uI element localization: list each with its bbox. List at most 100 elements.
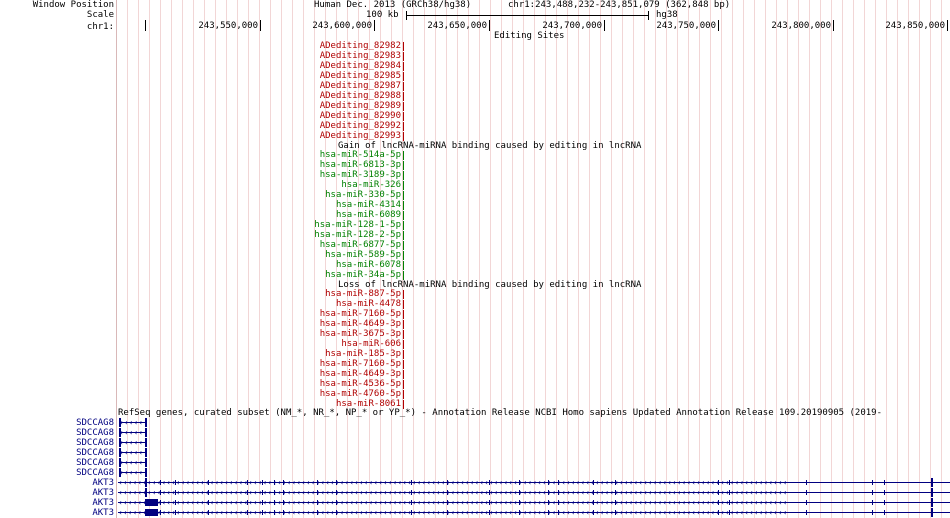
loss-item-label[interactable]: hsa-miR-4536-5p bbox=[320, 379, 401, 389]
gain-item-bar[interactable] bbox=[403, 171, 404, 180]
editing-site-bar[interactable] bbox=[403, 122, 404, 131]
loss-item-label[interactable]: hsa-miR-887-5p bbox=[325, 289, 401, 299]
exon-block[interactable] bbox=[931, 498, 933, 507]
gain-item-label[interactable]: hsa-miR-589-5p bbox=[325, 250, 401, 260]
gain-item-bar[interactable] bbox=[403, 241, 404, 250]
exon-block[interactable] bbox=[145, 418, 147, 427]
gain-item-label[interactable]: hsa-miR-326 bbox=[341, 180, 401, 190]
loss-item-bar[interactable] bbox=[403, 330, 404, 339]
exon-block[interactable] bbox=[119, 448, 121, 457]
gain-item-label[interactable]: hsa-miR-6089 bbox=[336, 210, 401, 220]
loss-item-bar[interactable] bbox=[403, 300, 404, 309]
gain-item-bar[interactable] bbox=[403, 221, 404, 230]
loss-item-label[interactable]: hsa-miR-7160-5p bbox=[320, 309, 401, 319]
exon-block[interactable] bbox=[931, 478, 933, 487]
editing-site-label[interactable]: ADediting_82982 bbox=[320, 41, 401, 51]
exon-block[interactable] bbox=[931, 508, 933, 517]
loss-item-bar[interactable] bbox=[403, 380, 404, 389]
gain-item-label[interactable]: hsa-miR-4314 bbox=[336, 200, 401, 210]
exon-block[interactable] bbox=[145, 448, 147, 457]
gain-item-label[interactable]: hsa-miR-6813-3p bbox=[320, 160, 401, 170]
loss-item-label[interactable]: hsa-miR-7160-5p bbox=[320, 359, 401, 369]
editing-site-label[interactable]: ADediting_82990 bbox=[320, 111, 401, 121]
gain-item-bar[interactable] bbox=[403, 161, 404, 170]
editing-site-bar[interactable] bbox=[403, 102, 404, 111]
loss-item-bar[interactable] bbox=[403, 290, 404, 299]
exon-block[interactable] bbox=[119, 468, 121, 477]
editing-site-label[interactable]: ADediting_82993 bbox=[320, 131, 401, 141]
exon-block[interactable] bbox=[145, 438, 147, 447]
gene-label[interactable]: AKT3 bbox=[92, 488, 114, 498]
gain-item-label[interactable]: hsa-miR-514a-5p bbox=[320, 150, 401, 160]
gain-item-label[interactable]: hsa-miR-6877-5p bbox=[320, 240, 401, 250]
editing-site-bar[interactable] bbox=[403, 82, 404, 91]
editing-site-bar[interactable] bbox=[403, 52, 404, 61]
gene-label[interactable]: SDCCAG8 bbox=[76, 418, 114, 428]
gain-item-label[interactable]: hsa-miR-128-1-5p bbox=[314, 220, 401, 230]
editing-site-label[interactable]: ADediting_82989 bbox=[320, 101, 401, 111]
gene-label[interactable]: SDCCAG8 bbox=[76, 438, 114, 448]
editing-site-bar[interactable] bbox=[403, 42, 404, 51]
gain-item-bar[interactable] bbox=[403, 151, 404, 160]
loss-item-bar[interactable] bbox=[403, 350, 404, 359]
loss-item-label[interactable]: hsa-miR-4478 bbox=[336, 299, 401, 309]
gain-item-bar[interactable] bbox=[403, 261, 404, 270]
editing-site-bar[interactable] bbox=[403, 112, 404, 121]
exon-block[interactable] bbox=[119, 438, 121, 447]
exon-block[interactable] bbox=[145, 488, 147, 497]
editing-site-bar[interactable] bbox=[403, 92, 404, 101]
loss-item-label[interactable]: hsa-miR-4649-3p bbox=[320, 319, 401, 329]
exon-tick bbox=[175, 500, 176, 505]
gene-label[interactable]: SDCCAG8 bbox=[76, 458, 114, 468]
editing-site-label[interactable]: ADediting_82985 bbox=[320, 71, 401, 81]
loss-item-label[interactable]: hsa-miR-4649-3p bbox=[320, 369, 401, 379]
gene-label[interactable]: SDCCAG8 bbox=[76, 428, 114, 438]
gene-label[interactable]: SDCCAG8 bbox=[76, 468, 114, 478]
loss-item-bar[interactable] bbox=[403, 340, 404, 349]
editing-site-bar[interactable] bbox=[403, 132, 404, 141]
gain-item-bar[interactable] bbox=[403, 251, 404, 260]
gain-item-bar[interactable] bbox=[403, 191, 404, 200]
gene-label[interactable]: AKT3 bbox=[92, 498, 114, 508]
genome-browser-image[interactable]: Window Position Scale chr1: Human Dec. 2… bbox=[0, 0, 950, 518]
gain-item-label[interactable]: hsa-miR-34a-5p bbox=[325, 270, 401, 280]
loss-item-label[interactable]: hsa-miR-185-3p bbox=[325, 349, 401, 359]
exon-block[interactable] bbox=[145, 458, 147, 467]
exon-block[interactable] bbox=[119, 428, 121, 437]
loss-item-bar[interactable] bbox=[403, 390, 404, 399]
gain-item-label[interactable]: hsa-miR-6078 bbox=[336, 260, 401, 270]
exon-block[interactable] bbox=[145, 478, 147, 487]
exon-block[interactable] bbox=[145, 428, 147, 437]
loss-item-bar[interactable] bbox=[403, 360, 404, 369]
editing-site-bar[interactable] bbox=[403, 72, 404, 81]
gene-label[interactable]: AKT3 bbox=[92, 508, 114, 518]
exon-block[interactable] bbox=[119, 418, 121, 427]
gain-item-label[interactable]: hsa-miR-128-2-5p bbox=[314, 230, 401, 240]
gain-item-bar[interactable] bbox=[403, 271, 404, 280]
loss-item-bar[interactable] bbox=[403, 320, 404, 329]
editing-site-label[interactable]: ADediting_82987 bbox=[320, 81, 401, 91]
exon-block[interactable] bbox=[145, 499, 158, 506]
editing-site-label[interactable]: ADediting_82984 bbox=[320, 61, 401, 71]
gene-label[interactable]: AKT3 bbox=[92, 478, 114, 488]
exon-block[interactable] bbox=[145, 509, 158, 516]
gain-item-bar[interactable] bbox=[403, 231, 404, 240]
gain-item-bar[interactable] bbox=[403, 201, 404, 210]
loss-item-bar[interactable] bbox=[403, 370, 404, 379]
gain-item-label[interactable]: hsa-miR-3189-3p bbox=[320, 170, 401, 180]
loss-item-label[interactable]: hsa-miR-4760-5p bbox=[320, 389, 401, 399]
editing-site-label[interactable]: ADediting_82983 bbox=[320, 51, 401, 61]
exon-block[interactable] bbox=[931, 488, 933, 497]
loss-item-label[interactable]: hsa-miR-3675-3p bbox=[320, 329, 401, 339]
exon-block[interactable] bbox=[119, 458, 121, 467]
gain-item-bar[interactable] bbox=[403, 211, 404, 220]
gain-item-label[interactable]: hsa-miR-330-5p bbox=[325, 190, 401, 200]
loss-item-label[interactable]: hsa-miR-606 bbox=[341, 339, 401, 349]
loss-item-bar[interactable] bbox=[403, 310, 404, 319]
editing-site-label[interactable]: ADediting_82992 bbox=[320, 121, 401, 131]
editing-site-bar[interactable] bbox=[403, 62, 404, 71]
gain-item-bar[interactable] bbox=[403, 181, 404, 190]
gene-label[interactable]: SDCCAG8 bbox=[76, 448, 114, 458]
exon-block[interactable] bbox=[145, 468, 147, 477]
editing-site-label[interactable]: ADediting_82988 bbox=[320, 91, 401, 101]
